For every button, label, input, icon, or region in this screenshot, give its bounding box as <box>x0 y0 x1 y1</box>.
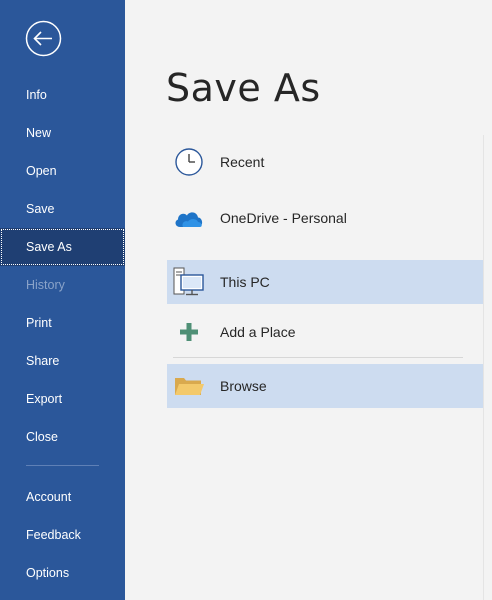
location-onedrive[interactable]: OneDrive - Personal <box>167 196 483 240</box>
computer-icon <box>172 265 206 299</box>
panel-edge <box>483 135 484 600</box>
nav-account-label: Account <box>26 490 72 504</box>
nav-history: History <box>0 266 125 304</box>
location-this-pc[interactable]: This PC <box>167 260 483 304</box>
location-add-place[interactable]: Add a Place <box>167 310 483 354</box>
nav-new-label: New <box>26 126 52 140</box>
back-button[interactable] <box>25 20 62 57</box>
nav-info-label: Info <box>26 88 47 102</box>
nav-close[interactable]: Close <box>0 418 125 456</box>
nav-close-label: Close <box>26 430 58 444</box>
nav-options-label: Options <box>26 566 70 580</box>
nav-feedback[interactable]: Feedback <box>0 516 125 554</box>
nav-export[interactable]: Export <box>0 380 125 418</box>
folder-icon <box>172 369 206 403</box>
nav-print-label: Print <box>26 316 52 330</box>
nav-save-as-label: Save As <box>26 240 72 254</box>
save-as-panel: Save As Recent OneDrive - Personal This … <box>125 0 492 600</box>
plus-icon <box>172 315 206 349</box>
location-recent[interactable]: Recent <box>167 140 483 184</box>
location-this-pc-label: This PC <box>220 274 270 290</box>
location-onedrive-label: OneDrive - Personal <box>220 210 347 226</box>
nav-open[interactable]: Open <box>0 152 125 190</box>
sidebar-divider <box>26 465 99 466</box>
nav-save-as[interactable]: Save As <box>0 228 125 266</box>
nav-history-label: History <box>26 278 65 292</box>
nav-save-label: Save <box>26 202 55 216</box>
nav-save[interactable]: Save <box>0 190 125 228</box>
nav-feedback-label: Feedback <box>26 528 81 542</box>
nav-info[interactable]: Info <box>0 76 125 114</box>
clock-icon <box>172 145 206 179</box>
nav-share[interactable]: Share <box>0 342 125 380</box>
locations-divider <box>173 357 463 358</box>
nav-options[interactable]: Options <box>0 554 125 592</box>
back-arrow-icon <box>25 20 62 57</box>
location-add-place-label: Add a Place <box>220 324 296 340</box>
location-recent-label: Recent <box>220 154 265 170</box>
nav-new[interactable]: New <box>0 114 125 152</box>
nav-share-label: Share <box>26 354 60 368</box>
cloud-icon <box>172 201 206 235</box>
location-browse[interactable]: Browse <box>167 364 483 408</box>
nav-open-label: Open <box>26 164 57 178</box>
location-browse-label: Browse <box>220 378 267 394</box>
nav-account[interactable]: Account <box>0 478 125 516</box>
nav-export-label: Export <box>26 392 63 406</box>
nav-print[interactable]: Print <box>0 304 125 342</box>
backstage-sidebar: Info New Open Save Save As History Print… <box>0 0 125 600</box>
page-title: Save As <box>166 66 321 110</box>
